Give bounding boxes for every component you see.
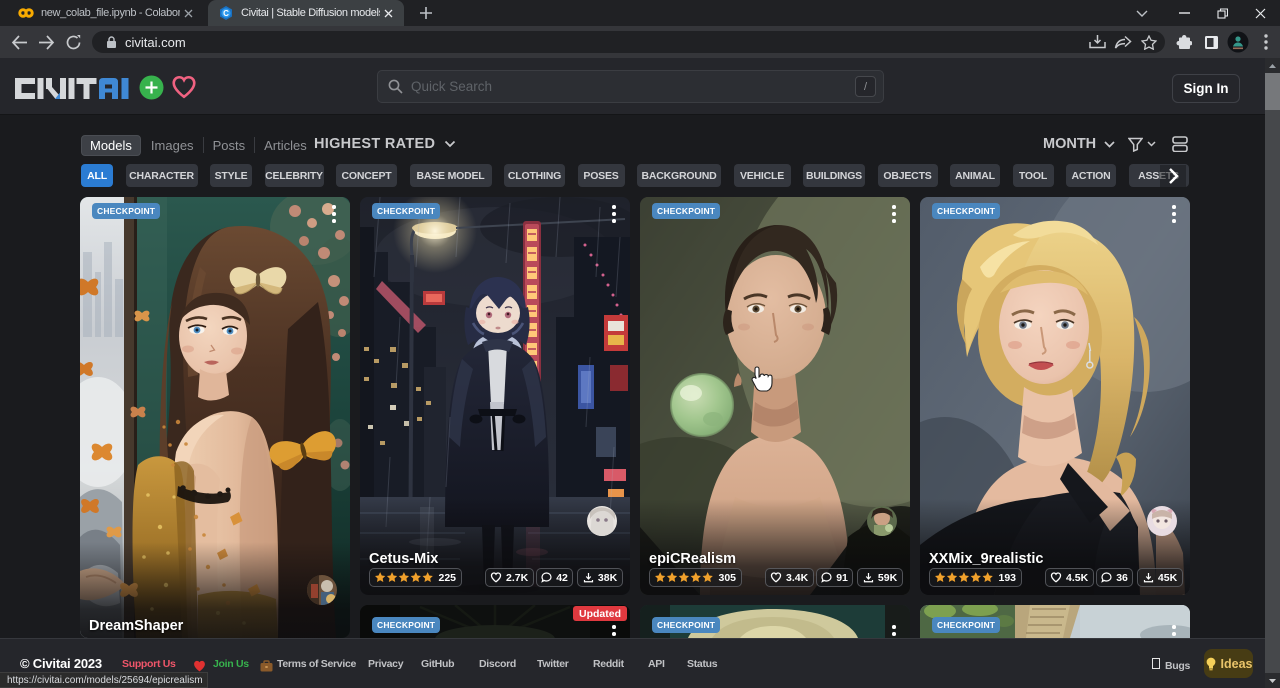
svg-text:C: C: [223, 9, 229, 18]
